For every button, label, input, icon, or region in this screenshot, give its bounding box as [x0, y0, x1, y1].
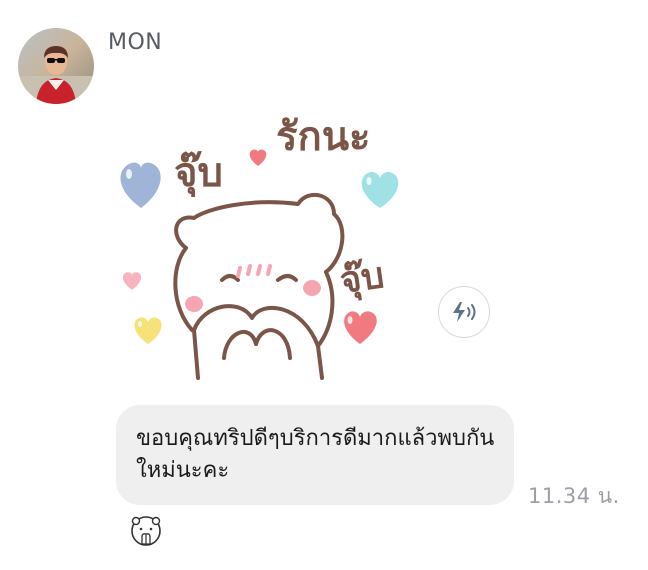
bear-blush: [236, 264, 272, 278]
heart-red-icon: [344, 311, 377, 344]
heart-cyan-icon: [361, 171, 399, 208]
sender-name: MON: [108, 30, 163, 55]
bear-reaction-icon: [131, 516, 161, 546]
heart-pink-icon: [122, 272, 142, 290]
avatar[interactable]: [18, 28, 94, 104]
message-bubble[interactable]: ขอบคุณทริปดีๆบริการดีมากแล้วพบกัน ใหม่นะ…: [116, 405, 514, 505]
heart-blue-icon: [120, 162, 161, 208]
message-text: ขอบคุณทริปดีๆบริการดีมากแล้วพบกัน ใหม่นะ…: [136, 426, 495, 483]
sticker-text-2: รักนะ: [276, 113, 371, 160]
bear-cheek-left: [185, 296, 203, 312]
reaction-icon[interactable]: [129, 515, 163, 549]
lightning-sound-icon: [453, 302, 476, 322]
profile-photo-icon: [18, 28, 94, 104]
bear-cheek-right: [303, 280, 321, 296]
heart-yellow-icon: [134, 317, 162, 344]
sticker-text-3: จุ๊บ: [337, 254, 387, 304]
sticker-text-1: จุ๊บ: [174, 149, 223, 198]
sticker-sound-button[interactable]: [438, 286, 490, 338]
message-timestamp: 11.34 น.: [528, 484, 620, 508]
bear-love-sticker[interactable]: จุ๊บ รักนะ จุ๊บ: [112, 108, 418, 388]
heart-small-red-icon: [249, 149, 267, 166]
